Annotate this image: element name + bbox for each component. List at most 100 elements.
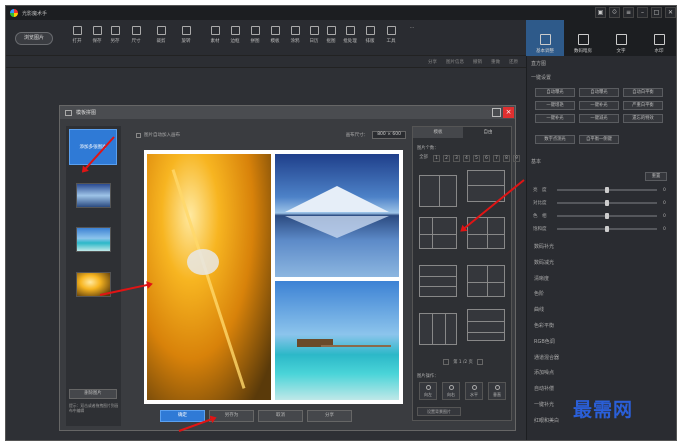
subbar-item-4[interactable]: 还原 <box>509 59 518 65</box>
dialog-close-button[interactable]: × <box>503 107 514 118</box>
section-6[interactable]: RGB色调 <box>534 338 555 345</box>
template-option-7[interactable] <box>467 309 505 341</box>
tool-1-button[interactable]: 保存 <box>88 26 106 52</box>
subbar-item-2[interactable]: 撤销 <box>473 59 482 65</box>
tool-14-button[interactable]: 排版 <box>361 26 379 52</box>
preset-button-6[interactable]: 一键补光 <box>535 114 575 123</box>
count-filter-8[interactable]: 8 <box>503 155 510 162</box>
thumbnail-fuji[interactable] <box>76 183 111 208</box>
preset-button-7[interactable]: 一键减光 <box>579 114 619 123</box>
slider-track[interactable] <box>557 200 657 206</box>
prev-page-button[interactable] <box>443 359 450 365</box>
close-button[interactable]: ✕ <box>665 7 676 18</box>
section-7[interactable]: 通道混合器 <box>534 354 559 361</box>
count-filter-2[interactable]: 2 <box>443 155 450 162</box>
mountain-photo[interactable] <box>275 154 399 277</box>
slider-track[interactable] <box>557 213 657 219</box>
set-background-button[interactable]: 设置背景图片 <box>417 407 461 416</box>
tool-16-button[interactable]: ··· <box>403 26 421 52</box>
section-4[interactable]: 曲线 <box>534 306 544 313</box>
preset-button-5[interactable]: 严重白平衡 <box>623 101 663 110</box>
template-option-0[interactable] <box>419 175 457 207</box>
count-filter-7[interactable]: 7 <box>493 155 500 162</box>
maximize-button[interactable]: □ <box>651 7 662 18</box>
tool-15-button[interactable]: 工具 <box>382 26 400 52</box>
right-tab-0[interactable]: 基本调整 <box>526 20 564 56</box>
tool-3-button[interactable]: 尺寸 <box>127 26 145 52</box>
slider-knob[interactable] <box>605 226 609 232</box>
skin-button[interactable]: ▣ <box>595 7 606 18</box>
section-histogram[interactable]: 直方图 <box>531 60 546 67</box>
section-3[interactable]: 色阶 <box>534 290 544 297</box>
count-filter-4[interactable]: 4 <box>463 155 470 162</box>
preset-button-0[interactable]: 自动曝光 <box>535 88 575 97</box>
collage-canvas[interactable] <box>144 150 403 404</box>
tool-8-button[interactable]: 拼图 <box>246 26 264 52</box>
tool-13-button[interactable]: 批处理 <box>341 26 359 52</box>
confirm-button[interactable]: 确定 <box>160 410 205 422</box>
op-button-0[interactable]: 向左 <box>419 382 437 400</box>
tool-7-button[interactable]: 边框 <box>226 26 244 52</box>
preset-button-1[interactable]: 自动曝光 <box>579 88 619 97</box>
auto-add-checkbox[interactable] <box>136 132 141 138</box>
section-9[interactable]: 自动补偿 <box>534 385 554 392</box>
browse-images-button[interactable]: 浏览图片 <box>15 32 53 45</box>
slider-knob[interactable] <box>605 200 609 206</box>
template-option-6[interactable] <box>419 313 457 345</box>
section-8[interactable]: 添加噪点 <box>534 369 554 376</box>
preset-button-8[interactable]: 遗忘的特效 <box>623 114 663 123</box>
tool-2-button[interactable]: 另存 <box>106 26 124 52</box>
tool-0-button[interactable]: 打开 <box>68 26 86 52</box>
section-2[interactable]: 清晰度 <box>534 275 549 282</box>
right-tab-3[interactable]: 水印 <box>640 20 676 56</box>
slider-knob[interactable] <box>605 187 609 193</box>
tool-11-button[interactable]: 日历 <box>305 26 323 52</box>
op-button-2[interactable]: 水平 <box>465 382 483 400</box>
count-filter-0[interactable]: 全部 <box>417 155 430 162</box>
minimize-button[interactable]: – <box>637 7 648 18</box>
tool-9-button[interactable]: 模板 <box>266 26 284 52</box>
tab-template[interactable]: 模板 <box>413 127 463 138</box>
tool-10-button[interactable]: 涂鸦 <box>286 26 304 52</box>
next-page-button[interactable] <box>476 359 483 365</box>
right-tab-1[interactable]: 数码暗房 <box>564 20 602 56</box>
count-filter-6[interactable]: 6 <box>483 155 490 162</box>
preset-button-9[interactable]: 数字点测光 <box>535 135 575 144</box>
template-option-4[interactable] <box>419 265 457 297</box>
slider-knob[interactable] <box>605 213 609 219</box>
section-5[interactable]: 色彩平衡 <box>534 322 554 329</box>
section-11[interactable]: 红眼和美白 <box>534 417 559 424</box>
section-0[interactable]: 数码补光 <box>534 243 554 250</box>
menu-button[interactable]: ≡ <box>623 7 634 18</box>
preset-button-2[interactable]: 自动白平衡 <box>623 88 663 97</box>
tab-free[interactable]: 自由 <box>463 127 513 138</box>
template-option-2[interactable] <box>419 217 457 249</box>
section-basic[interactable]: 基本 <box>531 158 541 165</box>
count-filter-5[interactable]: 5 <box>473 155 480 162</box>
preset-button-4[interactable]: 一键补光 <box>579 101 619 110</box>
dialog-maximize-button[interactable] <box>492 108 501 117</box>
canvas-size-select[interactable]: 800 × 600 <box>372 131 406 139</box>
tool-4-button[interactable]: 裁剪 <box>152 26 170 52</box>
count-filter-9[interactable]: 9 <box>513 155 520 162</box>
slider-track[interactable] <box>557 187 657 193</box>
tool-6-button[interactable]: 素材 <box>206 26 224 52</box>
count-filter-1[interactable]: 1 <box>433 155 440 162</box>
thumbnail-beach[interactable] <box>76 227 111 252</box>
heart-button[interactable]: ꖴ <box>609 7 620 18</box>
op-button-1[interactable]: 向右 <box>442 382 460 400</box>
subbar-item-3[interactable]: 重做 <box>491 59 500 65</box>
count-filter-3[interactable]: 3 <box>453 155 460 162</box>
cancel-button[interactable]: 取消 <box>258 410 303 422</box>
section-1[interactable]: 数码减光 <box>534 259 554 266</box>
subbar-item-0[interactable]: 分享 <box>428 59 437 65</box>
leaf-photo[interactable] <box>147 154 271 400</box>
tool-12-button[interactable]: 抠图 <box>322 26 340 52</box>
delete-image-button[interactable]: 删除图片 <box>69 389 117 399</box>
preset-button-10[interactable]: 自平衡一侧键 <box>579 135 619 144</box>
section-one-click[interactable]: 一键设置 <box>531 74 551 81</box>
tool-5-button[interactable]: 旋转 <box>177 26 195 52</box>
preset-button-3[interactable]: 一键增艳 <box>535 101 575 110</box>
op-button-3[interactable]: 垂直 <box>488 382 506 400</box>
share-button[interactable]: 分享 <box>307 410 352 422</box>
